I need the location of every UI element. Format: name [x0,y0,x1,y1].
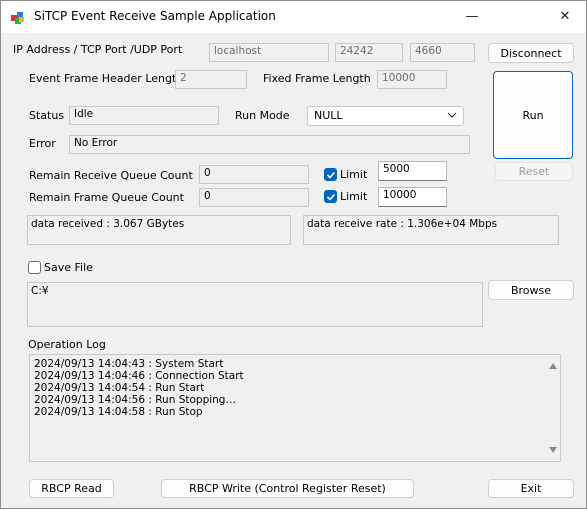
operation-log[interactable]: 2024/09/13 14:04:43 : System Start 2024/… [29,354,561,462]
run-mode-select[interactable]: NULL [307,106,464,126]
run-mode-value: NULL [314,109,343,122]
run-mode-label: Run Mode [235,109,290,122]
exit-button[interactable]: Exit [488,479,574,498]
data-rate-display: data receive rate : 1.306e+04 Mbps [303,215,559,245]
scroll-down-icon[interactable] [548,445,558,455]
connection-label: IP Address / TCP Port /UDP Port [13,43,183,56]
title-bar: SiTCP Event Receive Sample Application —… [1,1,586,33]
minimize-icon: — [465,9,479,24]
frame-limit-checkbox[interactable] [324,190,337,203]
save-file-label: Save File [44,261,93,274]
log-line: 2024/09/13 14:04:46 : Connection Start [34,370,244,382]
log-line: 2024/09/13 14:04:58 : Run Stop [34,406,203,418]
chevron-down-icon [447,112,457,118]
rbcp-write-button[interactable]: RBCP Write (Control Register Reset) [161,479,414,498]
close-button[interactable]: ✕ [542,1,587,32]
log-line: 2024/09/13 14:04:56 : Run Stopping… [34,394,236,406]
window-title: SiTCP Event Receive Sample Application [34,9,276,23]
save-path-field[interactable]: C:¥ [27,282,483,327]
minimize-button[interactable]: — [449,1,495,32]
browse-button[interactable]: Browse [488,280,574,300]
log-lines: 2024/09/13 14:04:43 : System Start 2024/… [34,358,244,418]
udp-port-field[interactable]: 4660 [410,43,475,62]
log-line: 2024/09/13 14:04:54 : Run Start [34,382,205,394]
rbcp-read-button[interactable]: RBCP Read [29,479,114,498]
frame-queue-field: 0 [199,188,309,207]
frame-limit-label: Limit [340,190,368,203]
receive-limit-label: Limit [340,168,368,181]
save-file-checkbox[interactable] [28,261,41,274]
check-icon [326,193,335,201]
tcp-port-field[interactable]: 24242 [335,43,403,62]
main-window: SiTCP Event Receive Sample Application —… [0,0,587,509]
app-icon [11,12,24,24]
run-button[interactable]: Run [493,71,573,159]
fixed-length-field[interactable]: 10000 [377,70,447,89]
log-scrollbar[interactable] [546,355,560,461]
disconnect-button[interactable]: Disconnect [488,43,574,63]
receive-limit-checkbox[interactable] [324,168,337,181]
frame-limit-field[interactable]: 10000 [378,187,447,207]
error-field: No Error [69,135,470,154]
scroll-up-icon[interactable] [548,361,558,371]
fixed-length-label: Fixed Frame Length [263,72,371,85]
data-received-display: data received : 3.067 GBytes [27,215,291,245]
close-icon: ✕ [559,9,571,24]
frame-queue-label: Remain Frame Queue Count [29,191,184,204]
header-length-label: Event Frame Header Length [29,72,184,85]
log-line: 2024/09/13 14:04:43 : System Start [34,358,224,370]
header-length-field[interactable]: 2 [175,70,247,89]
reset-button[interactable]: Reset [495,162,573,181]
receive-queue-field: 0 [199,165,309,184]
status-label: Status [29,109,65,122]
operation-log-label: Operation Log [28,338,106,351]
ip-address-field[interactable]: localhost [209,43,329,62]
status-field: Idle [69,106,219,125]
receive-limit-field[interactable]: 5000 [378,161,447,181]
error-label: Error [29,137,56,150]
receive-queue-label: Remain Receive Queue Count [29,169,193,182]
check-icon [326,171,335,179]
